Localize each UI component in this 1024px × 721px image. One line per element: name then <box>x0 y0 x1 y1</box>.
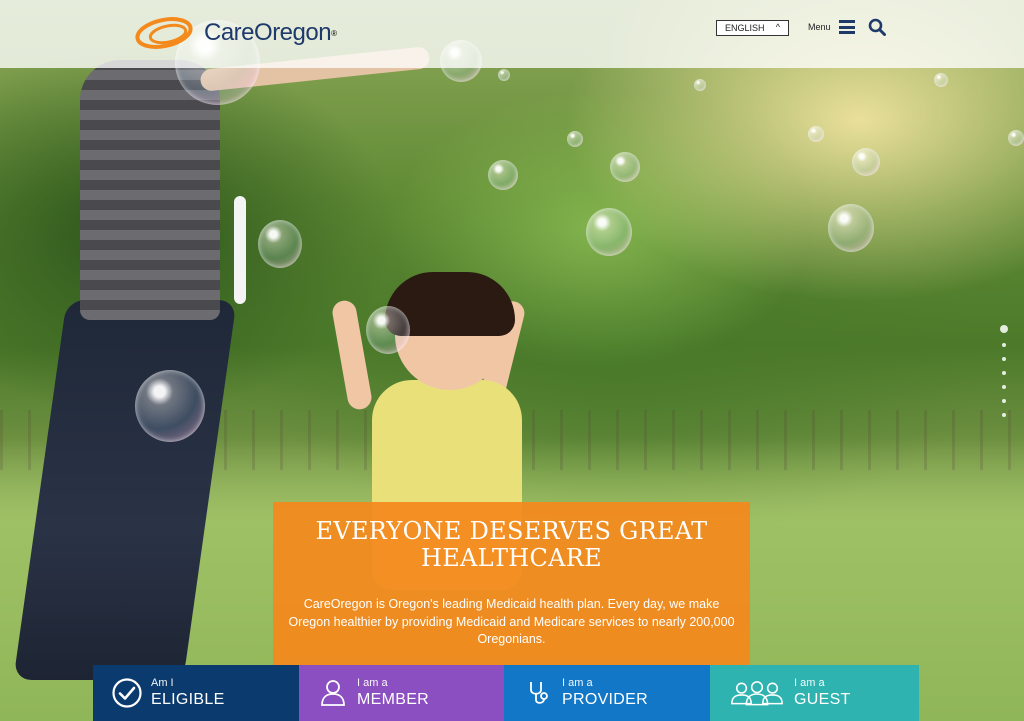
tile-member-label: I am a MEMBER <box>357 678 429 708</box>
bubble <box>852 148 880 176</box>
bubble <box>258 220 302 268</box>
tile-provider-title: PROVIDER <box>562 691 648 708</box>
carousel-dot-6[interactable] <box>1002 399 1006 403</box>
hero-description: CareOregon is Oregon's leading Medicaid … <box>288 597 735 646</box>
bubble <box>694 79 706 91</box>
carousel-dot-5[interactable] <box>1002 385 1006 389</box>
bubble <box>1008 130 1024 146</box>
carousel-pagination <box>1000 320 1008 422</box>
bubble <box>586 208 632 256</box>
careoregon-logo[interactable]: CareOregon ® <box>134 14 337 52</box>
carousel-dot-4[interactable] <box>1002 371 1006 375</box>
tile-guest-prefix: I am a <box>794 677 825 689</box>
bubble <box>567 131 583 147</box>
tile-eligible-prefix: Am I <box>151 677 174 689</box>
tile-provider[interactable]: I am a PROVIDER <box>504 665 710 721</box>
bubble <box>135 370 205 442</box>
child-arm-left <box>330 298 374 412</box>
chevron-up-icon: ^ <box>775 22 780 32</box>
bubble-wand <box>234 196 246 304</box>
tile-member-title: MEMBER <box>357 691 430 708</box>
tile-member-prefix: I am a <box>357 677 388 689</box>
bubble <box>808 126 824 142</box>
carousel-dot-3[interactable] <box>1002 357 1006 361</box>
search-icon[interactable] <box>868 18 886 36</box>
carousel-dot-2[interactable] <box>1002 343 1006 347</box>
hero-headline: EVERYONE DESERVES GREAT HEALTHCARE <box>315 517 708 572</box>
brand-name: CareOregon <box>204 19 332 46</box>
site-header: CareOregon ® ENGLISH ^ Menu <box>0 0 1024 68</box>
hero-callout: EVERYONE DESERVES GREAT HEALTHCARE CareO… <box>273 502 750 665</box>
bubble <box>610 152 640 182</box>
language-value: ENGLISH <box>725 23 765 33</box>
tile-eligible-label: Am I ELIGIBLE <box>151 678 225 708</box>
carousel-dot-7[interactable] <box>1002 413 1006 417</box>
tile-member[interactable]: I am a MEMBER <box>299 665 504 721</box>
stethoscope-icon <box>530 682 548 704</box>
bubble <box>828 204 874 252</box>
bubble <box>934 73 948 87</box>
menu-label: Menu <box>808 22 831 32</box>
hamburger-icon <box>838 20 855 34</box>
tile-eligible[interactable]: Am I ELIGIBLE <box>93 665 299 721</box>
tile-eligible-title: ELIGIBLE <box>151 691 225 708</box>
audience-tiles: Am I ELIGIBLE I am a MEMBER I am a PROVI… <box>93 665 919 721</box>
bubble <box>498 69 510 81</box>
person-icon <box>321 680 345 706</box>
check-circle-icon <box>112 678 142 708</box>
bubble <box>366 306 410 354</box>
bubble <box>488 160 518 190</box>
registered-mark: ® <box>331 28 337 38</box>
group-icon <box>731 681 783 706</box>
tile-guest-label: I am a GUEST <box>794 678 851 708</box>
logo-mark-icon <box>135 17 193 49</box>
tile-provider-label: I am a PROVIDER <box>562 678 648 708</box>
language-selector[interactable]: ENGLISH ^ <box>716 20 789 36</box>
menu-button[interactable]: Menu <box>808 20 855 34</box>
carousel-dot-1[interactable] <box>1000 325 1008 333</box>
tile-provider-prefix: I am a <box>562 677 593 689</box>
tile-guest-title: GUEST <box>794 691 851 708</box>
tile-guest[interactable]: I am a GUEST <box>710 665 919 721</box>
